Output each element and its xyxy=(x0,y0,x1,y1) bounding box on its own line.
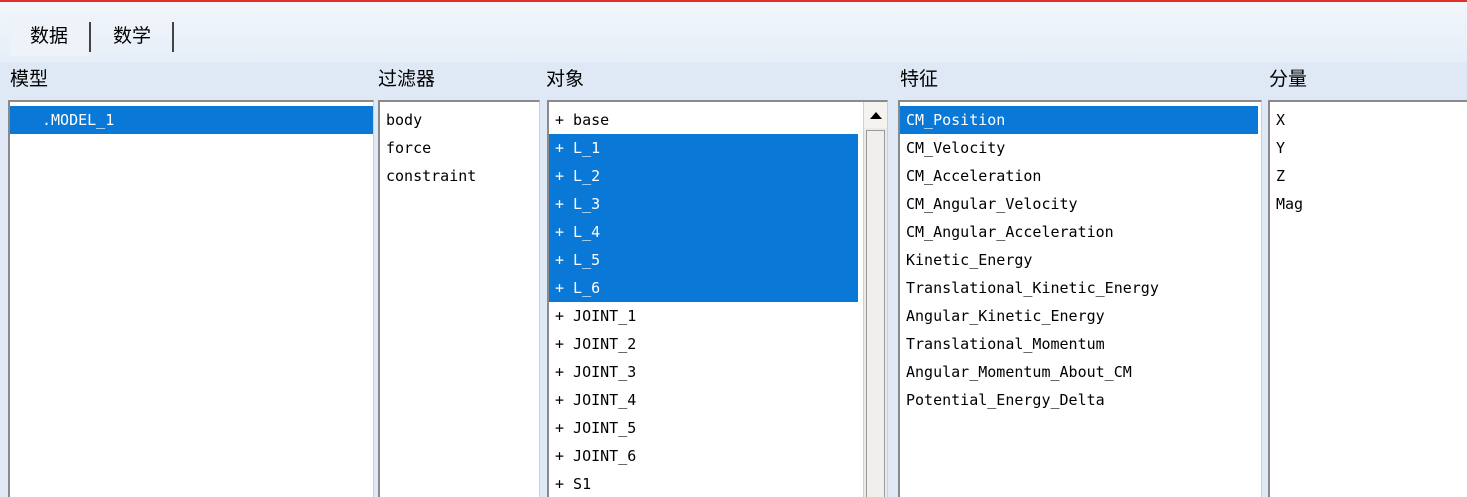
object-list-item[interactable]: + JOINT_4 xyxy=(549,386,858,414)
object-list-item[interactable]: + L_1 xyxy=(549,134,858,162)
characteristic-list-item[interactable]: CM_Position xyxy=(900,106,1258,134)
scrollbar-thumb[interactable] xyxy=(866,130,885,497)
characteristic-list-item[interactable]: CM_Angular_Acceleration xyxy=(900,218,1258,246)
triangle-up-icon xyxy=(869,111,882,119)
tab-bar: 数据 数学 xyxy=(0,2,1467,62)
object-list-item[interactable]: + L_3 xyxy=(549,190,858,218)
component-list-item[interactable]: Z xyxy=(1270,162,1467,190)
characteristic-list-item[interactable]: Translational_Kinetic_Energy xyxy=(900,274,1258,302)
model-list[interactable]: .MODEL_1 xyxy=(8,100,374,497)
characteristic-list-item[interactable]: CM_Angular_Velocity xyxy=(900,190,1258,218)
model-header: 模型 xyxy=(10,68,49,90)
object-scrollbar[interactable] xyxy=(863,102,887,497)
tab-math[interactable]: 数学 xyxy=(92,16,172,56)
component-list-item[interactable]: X xyxy=(1270,106,1467,134)
object-list-item[interactable]: + base xyxy=(549,106,858,134)
characteristic-header: 特征 xyxy=(900,68,939,90)
object-header: 对象 xyxy=(546,68,585,90)
component-list[interactable]: X Y Z Mag xyxy=(1268,100,1467,497)
tab-separator xyxy=(172,22,174,52)
characteristic-list-item[interactable]: Angular_Momentum_About_CM xyxy=(900,358,1258,386)
characteristic-list[interactable]: CM_Position CM_Velocity CM_Acceleration CM_… xyxy=(898,100,1262,497)
object-list-item[interactable]: + L_6 xyxy=(549,274,858,302)
filter-list-item[interactable]: constraint xyxy=(380,162,539,190)
model-list-item[interactable]: .MODEL_1 xyxy=(10,106,373,134)
component-list-item[interactable]: Mag xyxy=(1270,190,1467,218)
characteristic-list-item[interactable]: Kinetic_Energy xyxy=(900,246,1258,274)
characteristic-list-item[interactable]: CM_Velocity xyxy=(900,134,1258,162)
filter-list-item[interactable]: body xyxy=(380,106,539,134)
object-list-item[interactable]: + L_4 xyxy=(549,218,858,246)
characteristic-list-item[interactable]: CM_Acceleration xyxy=(900,162,1258,190)
object-list-item[interactable]: + JOINT_3 xyxy=(549,358,858,386)
filter-header: 过滤器 xyxy=(378,68,436,90)
object-list-item[interactable]: + JOINT_2 xyxy=(549,330,858,358)
component-header: 分量 xyxy=(1269,68,1308,90)
object-list-item[interactable]: + S1 xyxy=(549,470,858,497)
filter-list-item[interactable]: force xyxy=(380,134,539,162)
characteristic-list-item[interactable]: Potential_Energy_Delta xyxy=(900,386,1258,414)
scroll-up-button[interactable] xyxy=(864,102,887,128)
object-list-item[interactable]: + JOINT_5 xyxy=(549,414,858,442)
object-list-item[interactable]: + L_5 xyxy=(549,246,858,274)
characteristic-list-item[interactable]: Translational_Momentum xyxy=(900,330,1258,358)
object-list-item[interactable]: + L_2 xyxy=(549,162,858,190)
object-list-items: + base + L_1 + L_2 + L_3 + L_4 + L_5 + L_6 + JO… xyxy=(549,106,862,497)
tab-separator xyxy=(89,22,91,52)
tab-data[interactable]: 数据 xyxy=(10,16,88,56)
component-list-item[interactable]: Y xyxy=(1270,134,1467,162)
filter-list[interactable]: body force constraint xyxy=(378,100,540,497)
object-list[interactable]: + base + L_1 + L_2 + L_3 + L_4 + L_5 + L_6 + JO… xyxy=(547,100,888,497)
characteristic-list-item[interactable]: Angular_Kinetic_Energy xyxy=(900,302,1258,330)
object-list-item[interactable]: + JOINT_6 xyxy=(549,442,858,470)
object-list-item[interactable]: + JOINT_1 xyxy=(549,302,858,330)
